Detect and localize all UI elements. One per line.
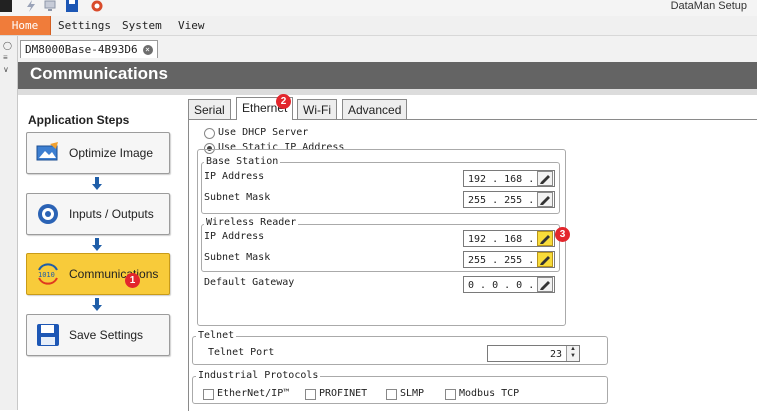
step-inputs-outputs[interactable]: Inputs / Outputs bbox=[26, 193, 170, 235]
arrow-down-icon bbox=[92, 177, 102, 190]
help-icon[interactable] bbox=[91, 0, 103, 12]
base-station-legend: Base Station bbox=[204, 156, 281, 167]
wireless-reader-legend: Wireless Reader bbox=[204, 217, 299, 228]
edit-icon[interactable] bbox=[537, 252, 553, 267]
menu-view[interactable]: View bbox=[178, 16, 205, 35]
flash-icon[interactable] bbox=[26, 0, 36, 12]
left-side-strip: ◯ ≡ ∨ bbox=[0, 36, 18, 410]
application-steps-heading: Application Steps bbox=[28, 113, 130, 127]
step-label: Communications bbox=[69, 267, 159, 281]
menu-home[interactable]: Home bbox=[0, 16, 51, 35]
base-ip-label: IP Address bbox=[204, 171, 265, 182]
document-tab-label: DM8000Base-4B93D6 bbox=[25, 43, 138, 56]
title-bar: DataMan Setup bbox=[0, 0, 757, 16]
tab-serial[interactable]: Serial bbox=[188, 99, 231, 120]
banner-underline bbox=[18, 89, 757, 95]
app-title: DataMan Setup bbox=[670, 0, 747, 12]
arrow-down-icon bbox=[92, 238, 102, 251]
profinet-checkbox[interactable] bbox=[305, 389, 316, 400]
gear-icon bbox=[36, 202, 60, 226]
port-stepper[interactable]: ▲ ▼ bbox=[566, 346, 579, 361]
edit-icon[interactable] bbox=[537, 231, 553, 246]
menu-system[interactable]: System bbox=[122, 16, 162, 35]
menu-settings[interactable]: Settings bbox=[58, 16, 111, 35]
app-logo-icon bbox=[0, 0, 12, 12]
base-mask-label: Subnet Mask bbox=[204, 192, 271, 203]
reader-ip-label: IP Address bbox=[204, 231, 265, 242]
annotation-badge-3: 3 bbox=[555, 227, 570, 242]
ethernet-ip-label: EtherNet/IP™ bbox=[217, 388, 290, 399]
expand-icon[interactable]: ∨ bbox=[3, 65, 9, 74]
ethernet-ip-checkbox[interactable] bbox=[203, 389, 214, 400]
menu-bar: Home Settings System View bbox=[0, 16, 757, 36]
slmp-checkbox[interactable] bbox=[386, 389, 397, 400]
slmp-label: SLMP bbox=[400, 388, 425, 399]
industrial-protocols-legend: Industrial Protocols bbox=[196, 370, 321, 381]
communications-icon: 1010 bbox=[36, 262, 60, 286]
close-icon[interactable]: × bbox=[142, 45, 153, 55]
page-banner: Communications bbox=[18, 62, 757, 89]
step-label: Inputs / Outputs bbox=[69, 207, 154, 221]
save-icon bbox=[36, 323, 60, 347]
modbus-tcp-checkbox[interactable] bbox=[445, 389, 456, 400]
step-communications[interactable]: 1010 Communications bbox=[26, 253, 170, 295]
layers-icon[interactable]: ≡ bbox=[3, 53, 8, 62]
tab-wifi[interactable]: Wi-Fi bbox=[297, 99, 337, 120]
gateway-label: Default Gateway bbox=[204, 277, 295, 288]
step-label: Save Settings bbox=[69, 328, 144, 342]
telnet-legend: Telnet bbox=[196, 330, 237, 341]
dhcp-label: Use DHCP Server bbox=[218, 127, 309, 138]
annotation-badge-1: 1 bbox=[125, 273, 140, 288]
profinet-label: PROFINET bbox=[319, 388, 368, 399]
pin-icon[interactable]: ◯ bbox=[3, 41, 12, 50]
tab-advanced[interactable]: Advanced bbox=[342, 99, 408, 120]
edit-icon[interactable] bbox=[537, 171, 553, 186]
telnet-port-label: Telnet Port bbox=[208, 347, 275, 358]
edit-icon[interactable] bbox=[537, 277, 553, 292]
monitor-icon[interactable] bbox=[44, 0, 56, 12]
optimize-image-icon bbox=[36, 141, 60, 165]
reader-mask-label: Subnet Mask bbox=[204, 252, 271, 263]
page-title: Communications bbox=[30, 64, 168, 83]
svg-text:1010: 1010 bbox=[38, 271, 55, 279]
step-label: Optimize Image bbox=[69, 146, 154, 160]
dhcp-radio[interactable] bbox=[204, 128, 215, 139]
step-optimize-image[interactable]: Optimize Image bbox=[26, 132, 170, 174]
document-tab[interactable]: DM8000Base-4B93D6 × bbox=[20, 40, 158, 58]
arrow-down-icon bbox=[92, 298, 102, 311]
annotation-badge-2: 2 bbox=[276, 94, 291, 109]
edit-icon[interactable] bbox=[537, 192, 553, 207]
step-save-settings[interactable]: Save Settings bbox=[26, 314, 170, 356]
modbus-tcp-label: Modbus TCP bbox=[459, 388, 520, 399]
save-icon[interactable] bbox=[66, 0, 78, 12]
